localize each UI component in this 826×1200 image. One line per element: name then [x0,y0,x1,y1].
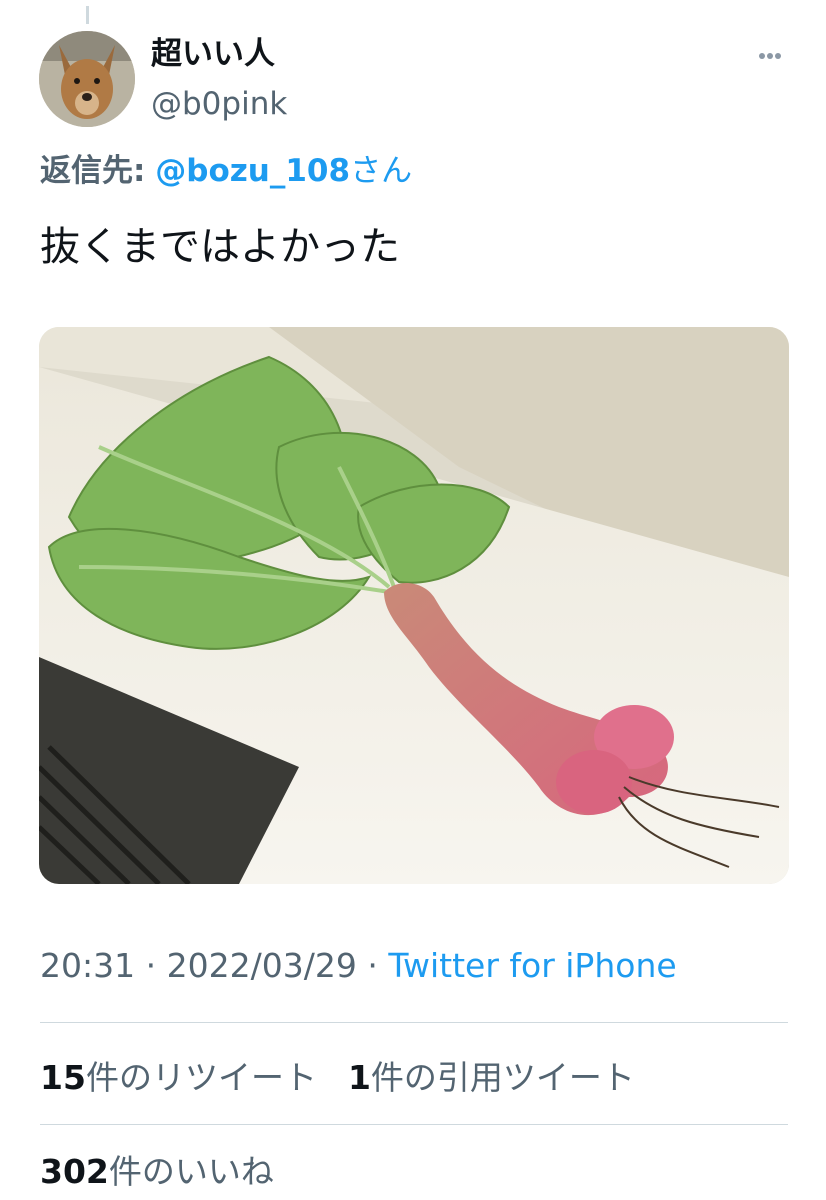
likes-label: 件のいいね [108,1152,274,1191]
meta-separator: · [367,946,378,985]
avatar[interactable] [39,31,135,127]
divider [40,1124,788,1125]
reply-mention-suffix: さん [350,153,413,189]
tweet-time[interactable]: 20:31 [40,946,135,985]
radish-photo-image [39,327,789,884]
display-name[interactable]: 超いい人 [151,34,275,74]
likes-row: 302件のいいね [40,1150,274,1194]
quotes-link[interactable]: 1件の引用ツイート [348,1058,635,1097]
user-handle[interactable]: @b0pink [151,84,287,124]
thread-connector-line [86,6,89,24]
reply-to-line: 返信先: @bozu_108さん [40,150,412,192]
tweet-photo[interactable] [39,327,789,884]
dog-avatar-image [39,31,135,127]
divider [40,1022,788,1023]
retweets-link[interactable]: 15件のリツイート [40,1058,317,1097]
meta-separator: · [145,946,157,985]
tweet-source-app[interactable]: Twitter for iPhone [388,946,676,985]
likes-link[interactable]: 302件のいいね [40,1152,274,1191]
retweets-label: 件のリツイート [85,1058,317,1097]
quotes-count: 1 [347,1058,371,1097]
engagement-stats-row: 15件のリツイート 1件の引用ツイート [40,1056,635,1100]
likes-count: 302 [40,1152,109,1191]
reply-mention-link[interactable]: @bozu_108 [155,153,350,189]
retweets-count: 15 [40,1058,86,1097]
more-options-button[interactable] [750,36,790,76]
tweet-meta: 20:31 · 2022/03/29 · Twitter for iPhone [40,944,677,988]
more-dots-icon [759,53,781,59]
quotes-label: 件の引用ツイート [370,1058,635,1097]
tweet-text: 抜くまではよかった [40,224,400,270]
reply-to-label: 返信先: [40,153,146,189]
tweet-date[interactable]: 2022/03/29 [167,946,357,985]
